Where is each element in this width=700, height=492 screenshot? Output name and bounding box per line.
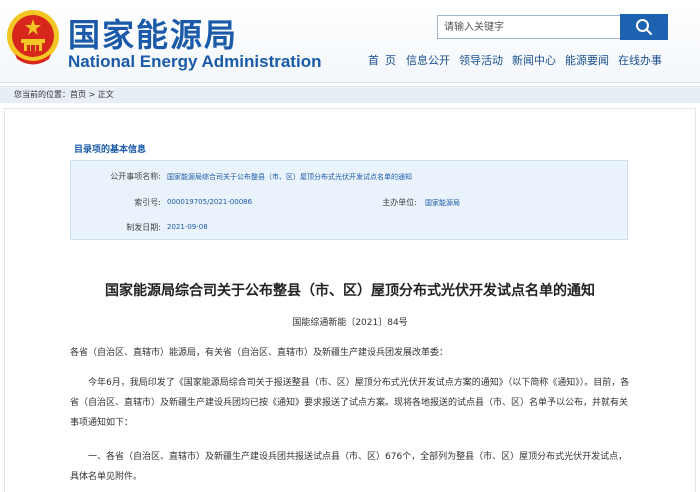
- info-label-host-unit: 主办单位:: [382, 198, 417, 207]
- info-section-title: 目录项的基本信息: [74, 145, 147, 155]
- site-name-cn[interactable]: 国家能源局: [68, 10, 238, 56]
- article-paragraph: 一、各省（自治区、直辖市）及新疆生产建设兵团共报送试点县（市、区）676个，全部…: [70, 452, 628, 482]
- nav-item-online-services[interactable]: 在线办事: [618, 52, 662, 68]
- info-label-item-name: 公开事项名称:: [110, 172, 161, 181]
- breadcrumb-home-link[interactable]: 首页: [70, 90, 86, 99]
- national-emblem-icon: [7, 10, 59, 65]
- header-divider: [0, 82, 700, 83]
- info-value-item-name: 国家能源局综合司关于公布整县（市、区）屋顶分布式光伏开发试点名单的通知: [167, 173, 412, 181]
- site-header: 国家能源局 National Energy Administration 首页 …: [0, 0, 700, 82]
- nav-item-news-center[interactable]: 新闻中心: [512, 52, 556, 68]
- site-name-en[interactable]: National Energy Administration: [68, 52, 321, 72]
- breadcrumb-current: 正文: [97, 90, 114, 99]
- info-box: 公开事项名称: 国家能源局综合司关于公布整县（市、区）屋顶分布式光伏开发试点名单…: [70, 160, 628, 240]
- breadcrumb-prefix: 您当前的位置：: [14, 90, 70, 99]
- search-input[interactable]: [437, 15, 621, 39]
- nav-item-info-disclosure[interactable]: 信息公开: [406, 52, 450, 68]
- nav-item-home[interactable]: 首页: [368, 52, 402, 68]
- info-value-issue-date: 2021-09-08: [167, 223, 208, 231]
- nav-item-energy-news[interactable]: 能源要闻: [565, 52, 609, 68]
- nav-item-leadership[interactable]: 领导活动: [459, 52, 503, 68]
- document-number: 国能综通新能〔2021〕84号: [292, 318, 408, 328]
- main-nav: 首页 信息公开 领导活动 新闻中心 能源要闻 在线办事: [368, 52, 671, 68]
- info-value-host-unit: 国家能源局: [425, 199, 460, 207]
- search-button[interactable]: [620, 14, 668, 40]
- search-icon: [636, 19, 653, 36]
- info-value-index-number: 000019705/2021-00086: [167, 198, 253, 206]
- info-label-issue-date: 制发日期:: [126, 223, 161, 232]
- breadcrumb-separator: >: [86, 90, 98, 99]
- article-title: 国家能源局综合司关于公布整县（市、区）屋顶分布式光伏开发试点名单的通知: [105, 283, 595, 299]
- info-label-index-number: 索引号:: [134, 198, 161, 207]
- breadcrumb: 您当前的位置：首页 > 正文: [0, 86, 700, 103]
- article-paragraph: 各省（自治区、直辖市）能源局，有关省（自治区、直辖市）及新疆生产建设兵团发展改革…: [70, 348, 449, 358]
- article-paragraph: 今年6月，我局印发了《国家能源局综合司关于报送整县（市、区）屋顶分布式光伏开发试…: [70, 378, 630, 428]
